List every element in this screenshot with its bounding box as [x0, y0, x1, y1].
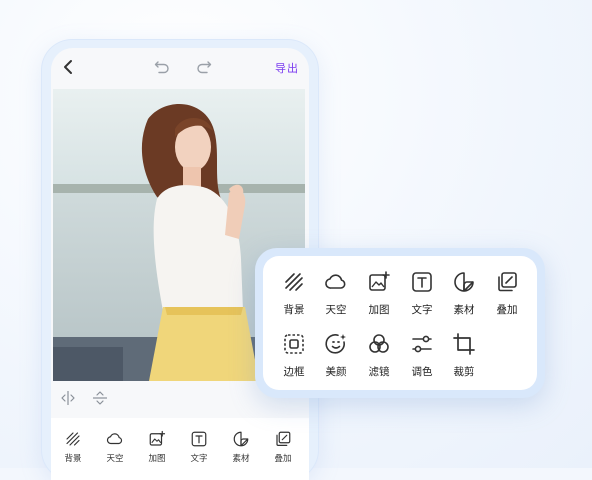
panel-tool-overlay[interactable]: 叠加	[487, 270, 527, 317]
panel-tool-label: 背景	[283, 304, 305, 316]
cloud-icon	[106, 433, 123, 445]
filter-icon	[369, 334, 389, 353]
vertical-compare-icon[interactable]	[91, 389, 109, 407]
panel-tool-frame[interactable]: 边框	[274, 332, 314, 379]
panel-tool-label: 叠加	[496, 304, 518, 316]
panel-tool-sky[interactable]: 天空	[316, 270, 356, 317]
tool-add-image[interactable]: 加图	[137, 430, 177, 464]
panel-tool-beauty[interactable]: 美颜	[316, 332, 356, 379]
panel-tool-label: 文字	[411, 304, 433, 316]
tool-text[interactable]: 文字	[179, 430, 219, 464]
panel-tool-label: 天空	[325, 304, 347, 316]
sticker-icon	[454, 272, 474, 292]
tool-label: 背景	[64, 453, 82, 463]
overlay-icon	[498, 272, 517, 292]
overlay-icon	[276, 431, 291, 446]
panel-tool-label: 裁剪	[453, 366, 475, 378]
beauty-face-icon	[325, 334, 346, 354]
tool-sticker[interactable]: 素材	[221, 430, 261, 464]
panel-tool-label: 素材	[453, 304, 475, 316]
panel-tool-background[interactable]: 背景	[274, 270, 314, 317]
split-compare-icon[interactable]	[59, 389, 77, 407]
tools-popup: 背景 天空 加图 文字 素材 叠加 边框 美颜 滤镜 调色 裁剪	[255, 248, 545, 398]
chevron-left-icon[interactable]	[61, 58, 75, 76]
tool-label: 加图	[148, 453, 166, 463]
background-hatch-icon	[66, 432, 80, 446]
tool-background[interactable]: 背景	[53, 430, 93, 464]
export-button[interactable]: 导出	[275, 60, 299, 76]
adjust-sliders-icon	[412, 335, 432, 353]
panel-tool-add-image[interactable]: 加图	[359, 270, 399, 317]
panel-tool-filter[interactable]: 滤镜	[359, 332, 399, 379]
panel-tool-label: 加图	[368, 304, 390, 316]
add-image-icon	[149, 430, 166, 446]
sticker-icon	[233, 431, 249, 447]
text-icon	[191, 431, 207, 447]
tools-panel: 背景 天空 加图 文字 素材 叠加 边框 美颜 滤镜 调色 裁剪	[263, 256, 537, 390]
tool-label: 文字	[190, 453, 208, 463]
panel-tool-crop[interactable]: 裁剪	[444, 332, 484, 379]
panel-tool-text[interactable]: 文字	[402, 270, 442, 317]
tool-label: 叠加	[274, 453, 292, 463]
undo-icon[interactable]	[153, 58, 171, 76]
panel-tool-label: 滤镜	[368, 366, 390, 378]
redo-icon[interactable]	[195, 58, 213, 76]
cloud-icon	[325, 274, 346, 289]
panel-tool-label: 边框	[283, 366, 305, 378]
crop-icon	[453, 333, 475, 355]
tool-label: 素材	[232, 453, 250, 463]
panel-tool-adjust[interactable]: 调色	[402, 332, 442, 379]
text-icon	[412, 272, 432, 292]
editor-topbar: 导出	[51, 48, 309, 88]
panel-tool-sticker[interactable]: 素材	[444, 270, 484, 317]
tool-overlay[interactable]: 叠加	[263, 430, 303, 464]
add-image-icon	[369, 271, 390, 291]
tool-label: 天空	[106, 453, 124, 463]
frame-icon	[284, 334, 304, 354]
background-hatch-icon	[285, 273, 303, 291]
panel-tool-label: 调色	[411, 366, 433, 378]
panel-tool-label: 美颜	[325, 366, 347, 378]
bottom-toolbar: 背景 天空 加图 文字 素材 叠加	[51, 418, 309, 480]
tool-sky[interactable]: 天空	[95, 430, 135, 464]
